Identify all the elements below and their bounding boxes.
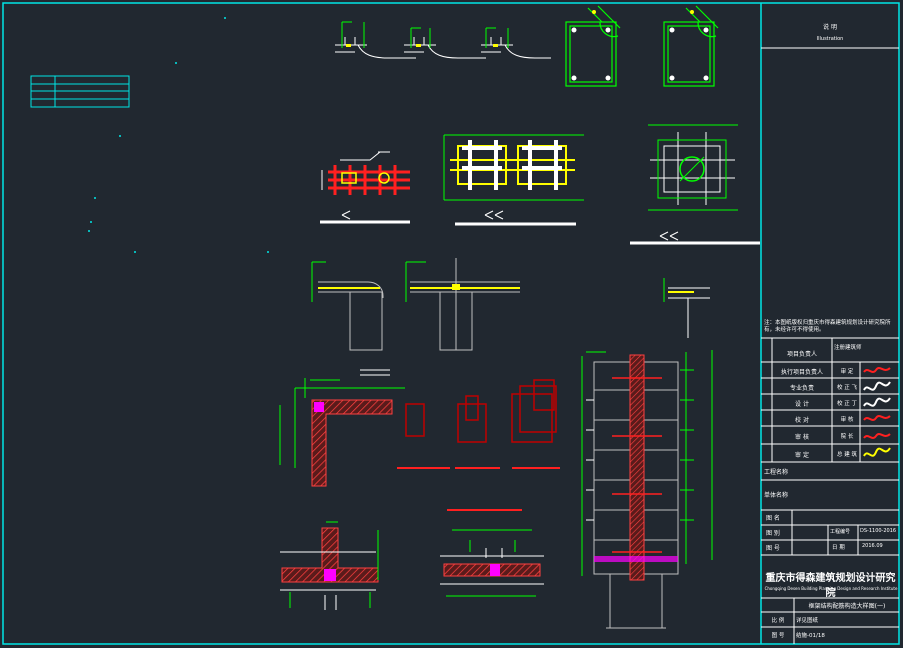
beam-slab-detail-1 [318,281,384,351]
scale-value: 详见图纸 [796,618,819,624]
column-section-2 [663,5,719,87]
drawing-title: 框架结构配筋构造大样图(一) [808,603,886,610]
column-section-2-bars [669,27,709,81]
sheet-label: 图 号 [766,545,780,552]
project-manager-label: 项目负责人 [786,351,817,358]
company-name-cn: 重庆市得森建筑规划设计研究院 [765,573,896,599]
drawing-number-value: DS-1100-2016 [860,528,897,534]
row-2-label: 设 计 [795,401,809,408]
l-corner-wall [311,399,393,487]
date-value: 2016.09 [862,543,883,549]
project-name-label: 工程名称 [764,469,789,476]
row-1-role: 校 正 飞 [837,385,857,391]
drawing-label: 图 名 [766,515,780,522]
cad-drawing-canvas: 说 明 Illustration 注：本图纸版权归重庆市得森建筑规划设计研究院所… [0,0,903,648]
row-3-role: 审 核 [840,417,854,423]
column-section-1-bars [571,27,611,81]
top-rebar-green [341,21,509,48]
legend-table [30,75,130,108]
row-4-role: 院 长 [840,434,854,440]
sheet-no-value: 结施-01/18 [796,633,825,639]
copyright-note: 注：本图纸版权归重庆市得森建筑规划设计研究院所有，未经许可不得使用。 [764,320,891,333]
row-0-role: 审 定 [840,369,854,375]
sheet-no-label: 图 号 [771,633,785,639]
slab-edge-detail [668,287,710,338]
header-subtitle: Illustration [816,36,844,42]
date-label: 日 期 [832,545,845,551]
row-5-role: 总 建 筑 [837,452,857,458]
column-section-1 [565,5,621,87]
scale-label: 比 例 [771,618,785,624]
project-manager-value: 注册建筑师 [834,345,862,351]
signature-marks [863,367,891,457]
row-3-label: 校 对 [795,417,809,424]
company-name-en: Chongqing Desen Building Planning Design… [764,586,898,591]
beam-slab-detail-2 [410,258,520,351]
top-rebar-details [335,37,551,59]
sub-project-label: 单体名称 [764,492,789,499]
phase-label: 图 别 [766,530,780,537]
row-1-label: 专业负责 [789,385,814,392]
row-0-label: 执行项目负责人 [780,369,823,376]
red-rebar-grid [328,165,410,195]
scatter-dots [88,17,269,253]
row-4-label: 审 核 [795,434,809,441]
vertical-section-column [629,354,645,581]
wall-stubs [405,379,557,443]
row-2-role: 校 正 丁 [837,401,857,407]
drawing-number-label: 工程编号 [830,529,851,535]
row-5-label: 审 定 [795,452,809,459]
white-column-frame [462,140,562,190]
header-title: 说 明 [823,24,837,31]
